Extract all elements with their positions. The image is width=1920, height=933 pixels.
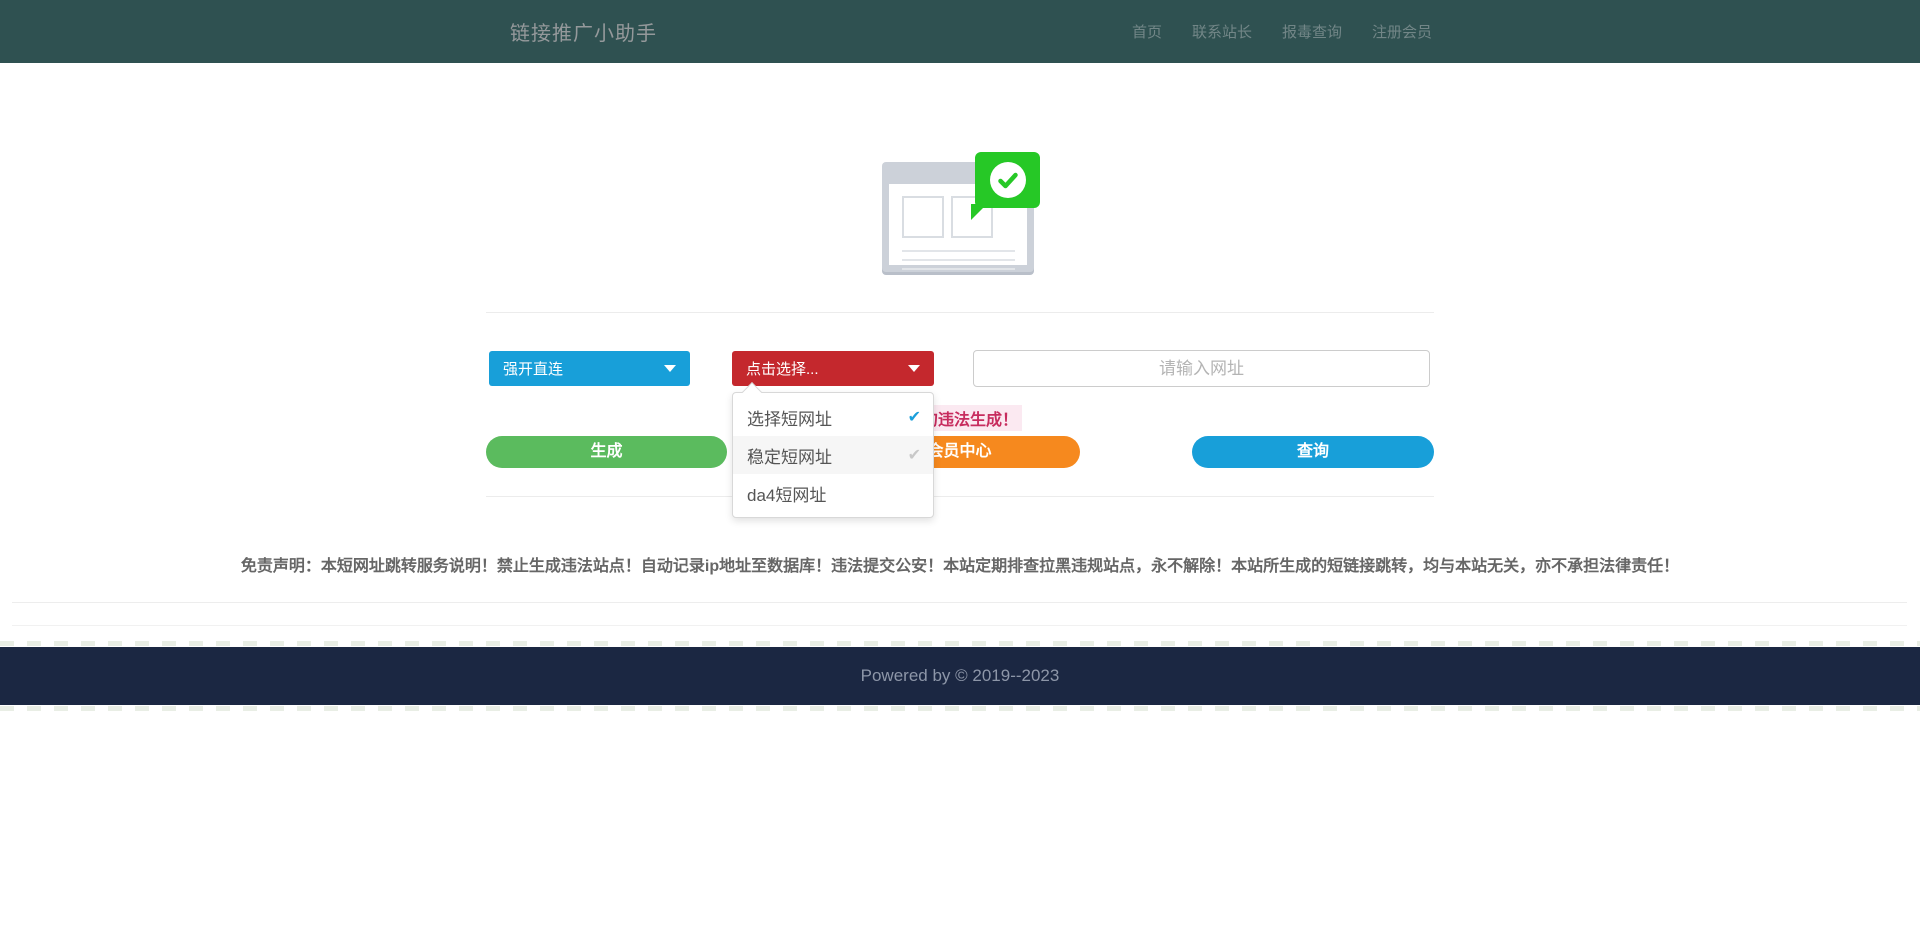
query-button[interactable]: 查询 bbox=[1192, 436, 1434, 468]
url-input[interactable] bbox=[973, 350, 1430, 387]
short-url-dropdown-menu: 选择短网址 ✔ 稳定短网址 ✔ da4短网址 bbox=[732, 392, 934, 518]
dashed-decoration bbox=[0, 641, 1920, 646]
generate-button[interactable]: 生成 bbox=[486, 436, 727, 468]
divider bbox=[12, 625, 1907, 626]
disclaimer-text: 免责声明：本短网址跳转服务说明！禁止生成违法站点！自动记录ip地址至数据库！违法… bbox=[0, 552, 1920, 576]
chevron-down-icon bbox=[908, 365, 920, 372]
dashed-decoration bbox=[0, 706, 1920, 711]
browser-text-line bbox=[902, 268, 1015, 270]
browser-text-line bbox=[902, 259, 1015, 261]
check-icon bbox=[996, 168, 1020, 192]
chevron-down-icon bbox=[664, 365, 676, 372]
top-navbar: 链接推广小助手 首页 联系站长 报毒查询 注册会员 bbox=[0, 0, 1920, 63]
menu-option-label: da4短网址 bbox=[747, 481, 826, 506]
badge-tail bbox=[971, 204, 987, 220]
site-brand[interactable]: 链接推广小助手 bbox=[486, 17, 657, 46]
menu-option-label: 稳定短网址 bbox=[747, 443, 832, 468]
footer: Powered by © 2019--2023 bbox=[0, 647, 1920, 705]
success-check-badge bbox=[975, 152, 1040, 208]
hero-illustration bbox=[882, 162, 1034, 272]
nav-item-home[interactable]: 首页 bbox=[1132, 21, 1162, 42]
footer-copyright: Powered by © 2019--2023 bbox=[861, 666, 1060, 686]
browser-thumb-box bbox=[902, 196, 944, 238]
short-url-type-select-label: 点击选择... bbox=[746, 358, 819, 379]
page: 链接推广小助手 首页 联系站长 报毒查询 注册会员 bbox=[0, 0, 1920, 933]
menu-option-da4-short-url[interactable]: da4短网址 bbox=[733, 474, 933, 512]
menu-option-stable-short-url[interactable]: 稳定短网址 ✔ bbox=[733, 436, 933, 474]
browser-text-line bbox=[902, 250, 1015, 252]
nav-links: 首页 联系站长 报毒查询 注册会员 bbox=[1132, 21, 1434, 42]
menu-option-label: 选择短网址 bbox=[747, 405, 832, 430]
direct-link-select-label: 强开直连 bbox=[503, 358, 563, 379]
menu-option-select-short-url[interactable]: 选择短网址 ✔ bbox=[733, 398, 933, 436]
divider bbox=[12, 602, 1907, 603]
check-icon: ✔ bbox=[908, 407, 921, 427]
nav-item-contact[interactable]: 联系站长 bbox=[1192, 21, 1252, 42]
check-icon: ✔ bbox=[908, 445, 921, 465]
nav-item-register[interactable]: 注册会员 bbox=[1372, 21, 1432, 42]
check-circle-icon bbox=[990, 162, 1026, 198]
nav-item-virus-check[interactable]: 报毒查询 bbox=[1282, 21, 1342, 42]
navbar-container: 链接推广小助手 首页 联系站长 报毒查询 注册会员 bbox=[486, 0, 1434, 63]
divider bbox=[486, 312, 1434, 313]
short-url-type-select[interactable]: 点击选择... bbox=[732, 351, 934, 386]
divider bbox=[486, 496, 1434, 497]
direct-link-select[interactable]: 强开直连 bbox=[489, 351, 690, 386]
